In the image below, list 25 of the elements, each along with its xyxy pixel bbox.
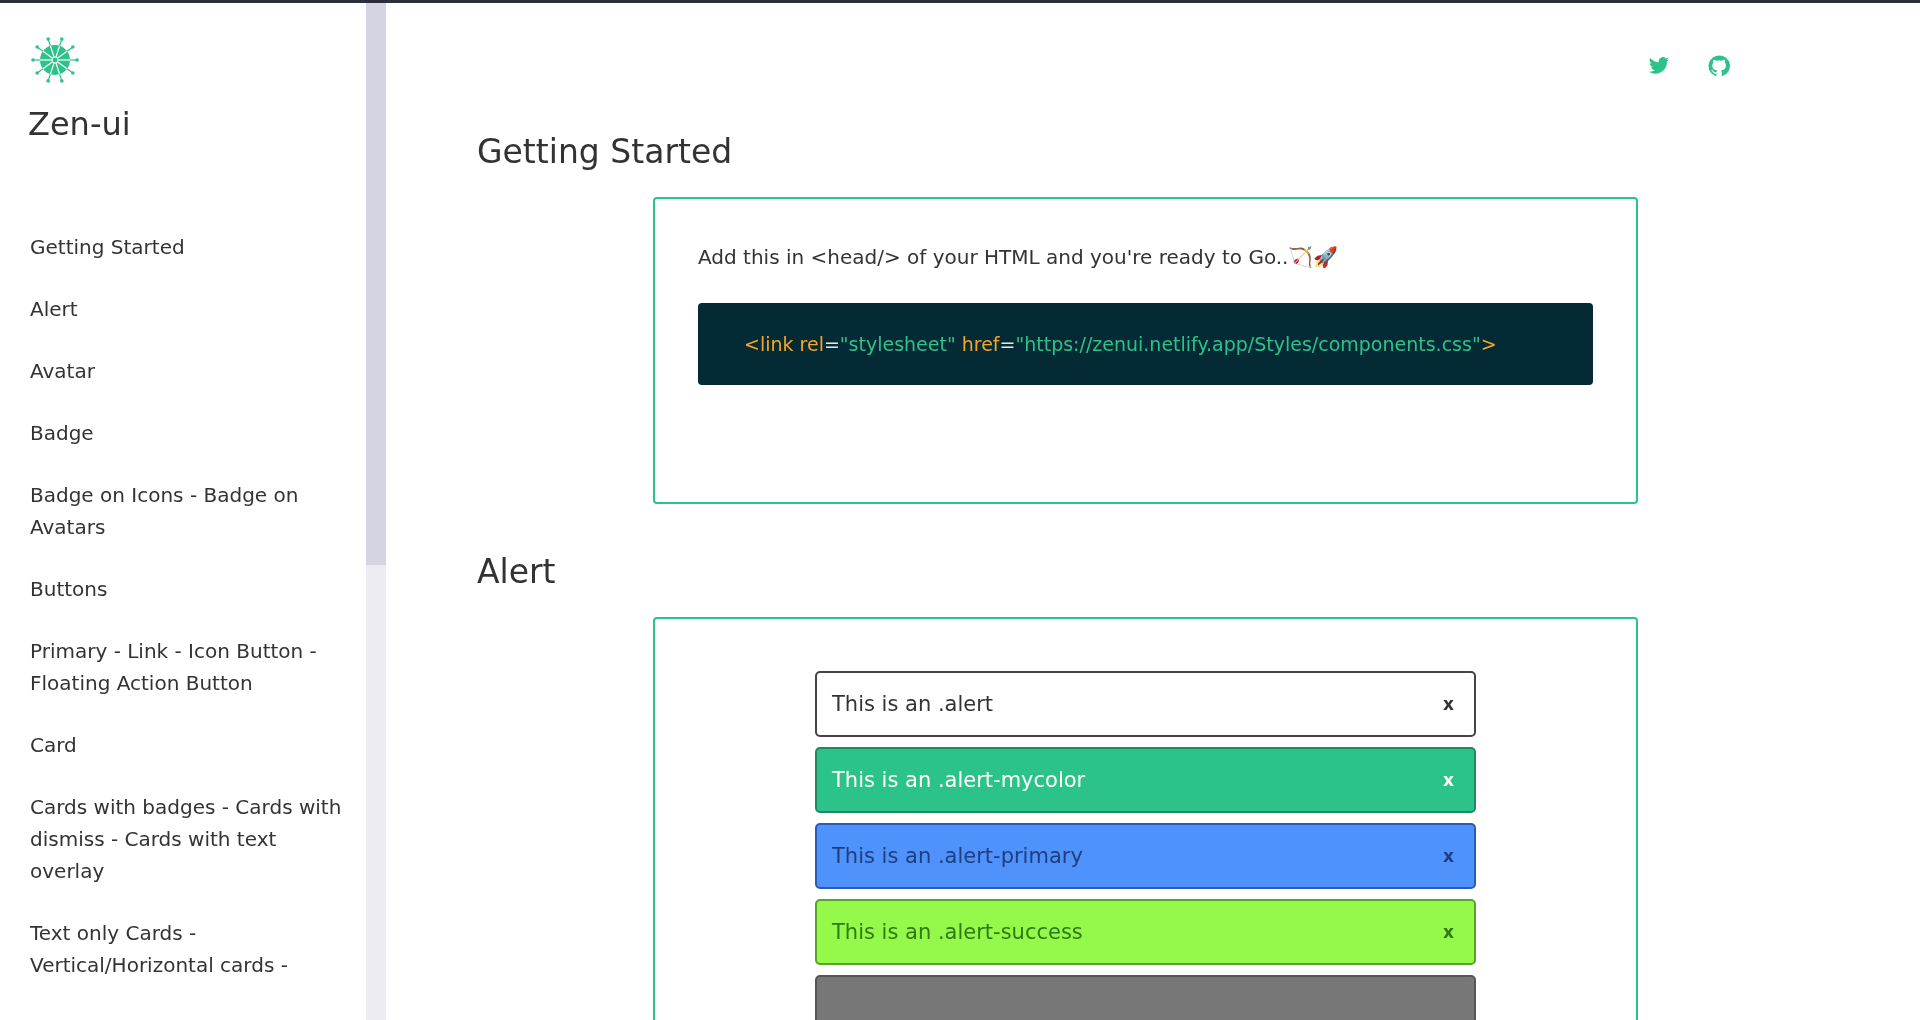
sidebar-item[interactable]: Buttons <box>30 573 108 605</box>
sidebar-item[interactable]: Primary - Link - Icon Button - Floating Action Button <box>30 635 346 699</box>
sidebar-item[interactable]: Badge on Icons - Badge on Avatars <box>30 479 346 543</box>
github-icon[interactable] <box>1708 55 1730 77</box>
close-button[interactable]: x <box>1443 694 1454 714</box>
section-heading: Getting Started <box>477 132 734 171</box>
sidebar-item[interactable]: Alert <box>30 293 78 325</box>
sidebar-item[interactable]: Text only Cards - Vertical/Horizontal cards - <box>30 917 346 981</box>
section-heading: Alert <box>477 552 557 591</box>
logo-icon <box>30 35 80 85</box>
intro-text: Add this in <head/> of your HTML and you're ready to Go..🏹🚀 <box>698 245 1340 269</box>
sidebar-item[interactable]: Getting Started <box>30 231 185 263</box>
scrollbar[interactable] <box>366 3 386 1020</box>
sidebar-item[interactable]: Card <box>30 729 77 761</box>
alert-text: This is an .alert-primary <box>832 844 1083 868</box>
close-button[interactable]: x <box>1443 922 1454 942</box>
sidebar-item[interactable]: Badge <box>30 417 94 449</box>
sidebar-item[interactable]: Avatar <box>30 355 95 387</box>
bird-icon[interactable] <box>1648 55 1670 77</box>
sidebar-item[interactable]: Cards with badges - Cards with dismiss - Cards with text overlay <box>30 791 346 887</box>
code-block: <link rel="stylesheet" href="https://zenui.netlify.app/Styles/components.css"> <box>698 303 1593 385</box>
alert-text: This is an .alert <box>832 692 994 716</box>
alert-text: This is an .alert-mycolor <box>832 768 1086 792</box>
brand-title: Zen-ui <box>28 105 132 143</box>
alert-text: This is an .alert-success <box>832 920 1083 944</box>
